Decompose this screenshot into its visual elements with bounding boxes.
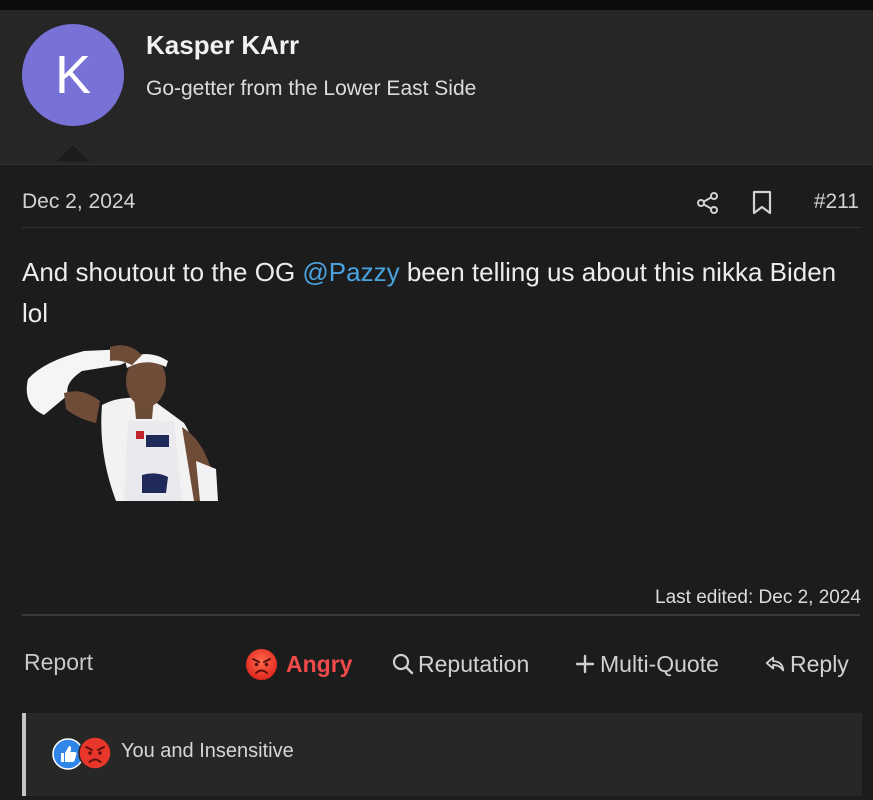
post-message: And shoutout to the OG @Pazzy been telli… — [22, 252, 842, 334]
divider — [22, 614, 860, 616]
bookmark-icon[interactable] — [751, 190, 773, 215]
forum-post-page: K Kasper KArr Go-getter from the Lower E… — [0, 0, 873, 800]
reply-button[interactable]: Reply — [764, 647, 849, 681]
plus-icon — [575, 654, 595, 674]
user-mention-link[interactable]: @Pazzy — [302, 257, 399, 287]
user-header: K Kasper KArr Go-getter from the Lower E… — [0, 10, 873, 165]
reply-label: Reply — [790, 650, 849, 677]
salute-gif-image[interactable] — [24, 343, 219, 503]
share-icon[interactable] — [696, 191, 720, 215]
divider — [22, 227, 860, 228]
username[interactable]: Kasper KArr — [146, 30, 299, 61]
report-link[interactable]: Report — [24, 649, 93, 676]
post-number[interactable]: #211 — [814, 190, 859, 214]
angry-reaction-button[interactable]: Angry — [245, 647, 352, 681]
angry-label: Angry — [286, 650, 353, 677]
angry-face-icon — [78, 736, 112, 770]
reactions-bar[interactable]: You and Insensitive — [22, 713, 862, 796]
angry-face-icon — [246, 648, 277, 680]
post-date[interactable]: Dec 2, 2024 — [22, 190, 135, 214]
reputation-label: Reputation — [418, 650, 530, 677]
header-arrow — [56, 145, 90, 161]
avatar[interactable]: K — [22, 24, 124, 126]
message-text: And shoutout to the OG — [22, 257, 303, 287]
reply-icon — [765, 656, 785, 672]
avatar-letter: K — [54, 45, 92, 105]
reputation-button[interactable]: Reputation — [392, 647, 529, 681]
search-icon — [392, 653, 414, 675]
reaction-summary[interactable]: You and Insensitive — [121, 740, 294, 763]
user-title: Go-getter from the Lower East Side — [146, 77, 477, 100]
multi-quote-button[interactable]: Multi-Quote — [574, 647, 719, 681]
multi-quote-label: Multi-Quote — [600, 650, 719, 677]
top-strip — [0, 0, 873, 10]
last-edited: Last edited: Dec 2, 2024 — [655, 587, 861, 608]
